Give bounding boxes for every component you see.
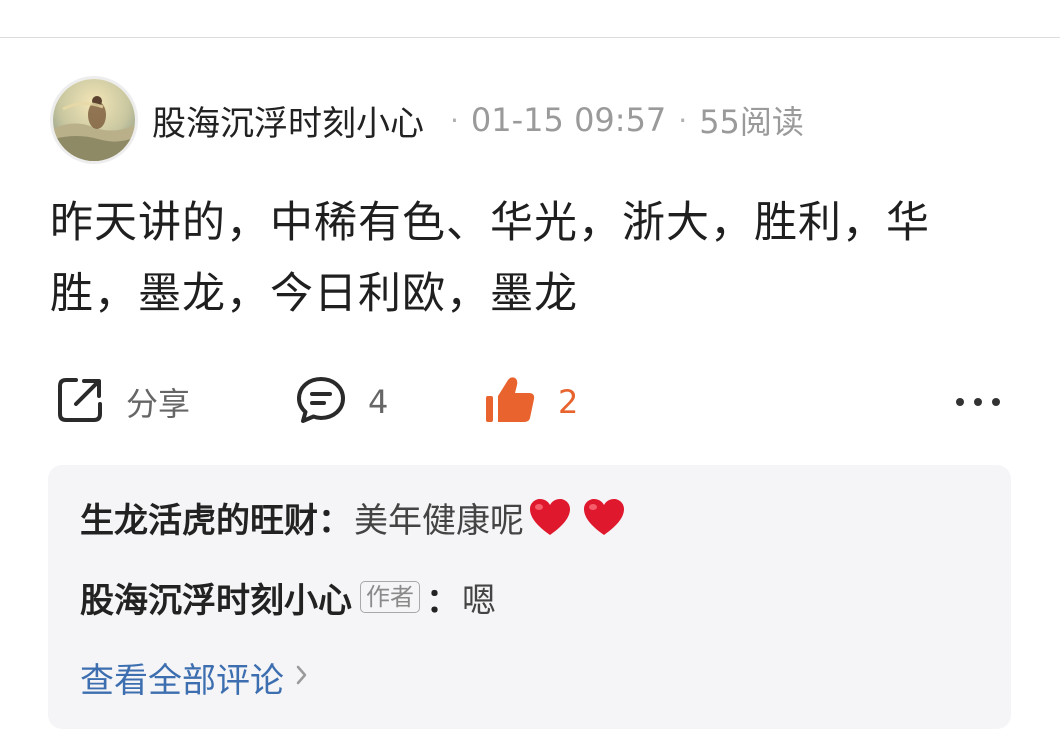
meta-separator: · <box>450 103 459 137</box>
more-icon[interactable] <box>956 384 1000 420</box>
author-name[interactable]: 股海沉浮时刻小心 <box>152 96 424 145</box>
commenter-name[interactable]: 生龙活虎的旺财 <box>80 493 318 542</box>
comment-text: 嗯 <box>462 580 496 621</box>
like-count: 2 <box>558 383 579 421</box>
share-label: 分享 <box>126 385 191 423</box>
thumbs-up-icon <box>484 372 540 432</box>
avatar[interactable] <box>50 76 138 164</box>
more-dot <box>974 398 982 406</box>
comment-text: 美年健康呢 <box>354 500 524 541</box>
view-all-comments-link[interactable]: 查看全部评论 <box>80 653 310 701</box>
meta-separator: · <box>678 103 688 137</box>
comment-count: 4 <box>368 383 389 421</box>
post-meta: · 01-15 09:57 · 55阅读 <box>438 97 804 143</box>
share-button[interactable]: 分享 <box>54 370 190 434</box>
comment-preview-box[interactable]: 生龙活虎的旺财 ： 美年健康呢 股海沉浮时刻小心 作者 ： 嗯 查看全部评论 <box>48 465 1011 729</box>
comment-colon: ： <box>318 500 352 541</box>
top-divider <box>0 37 1060 38</box>
heart-icon <box>584 499 624 535</box>
share-icon <box>54 374 106 430</box>
comment-item[interactable]: 股海沉浮时刻小心 作者 ： 嗯 <box>80 573 496 621</box>
post-header: 股海沉浮时刻小心 · 01-15 09:57 · 55阅读 <box>50 76 804 164</box>
comment-colon: ： <box>426 580 460 621</box>
like-button[interactable]: 2 <box>484 370 578 434</box>
comment-icon <box>294 373 348 431</box>
comment-item[interactable]: 生龙活虎的旺财 ： 美年健康呢 <box>80 493 636 541</box>
action-bar: 分享 4 2 <box>50 370 1010 434</box>
view-all-label: 查看全部评论 <box>80 660 284 701</box>
comment-emojis <box>528 497 636 537</box>
more-dot <box>992 398 1000 406</box>
comment-button[interactable]: 4 <box>294 370 388 434</box>
author-badge: 作者 <box>360 581 420 613</box>
post-content: 昨天讲的，中稀有色、华光，浙大，胜利，华胜，墨龙，今日利欧，墨龙 <box>50 198 930 319</box>
commenter-name[interactable]: 股海沉浮时刻小心 <box>80 573 352 622</box>
chevron-right-icon <box>294 657 310 697</box>
read-count: 55阅读 <box>699 103 804 141</box>
more-dot <box>956 398 964 406</box>
heart-icon <box>530 499 570 535</box>
post-card: 股海沉浮时刻小心 · 01-15 09:57 · 55阅读 昨天讲的，中稀有色、… <box>0 0 1060 733</box>
post-timestamp: 01-15 09:57 <box>470 101 667 139</box>
